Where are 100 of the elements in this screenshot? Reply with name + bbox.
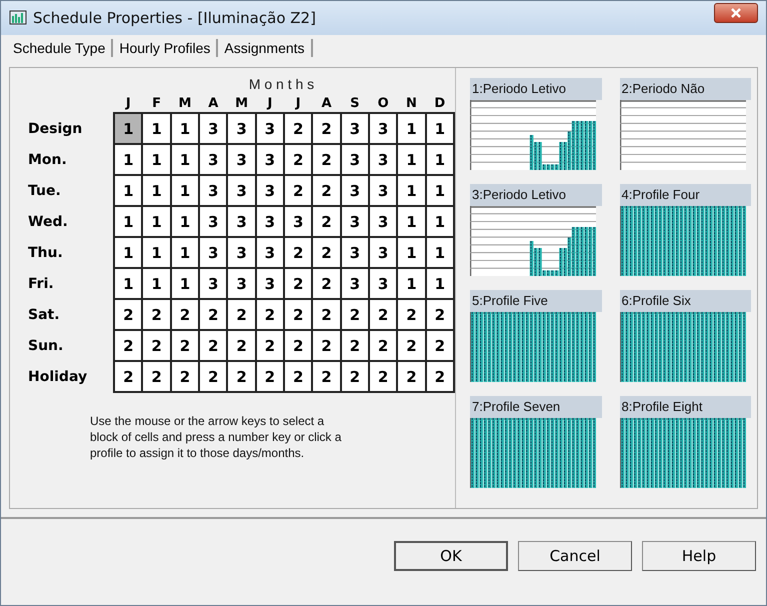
grid-cell[interactable]: 3 [227,206,256,237]
grid-cell[interactable]: 1 [426,144,454,175]
grid-cell[interactable]: 2 [312,206,341,237]
grid-cell[interactable]: 2 [170,361,200,392]
grid-cell[interactable]: 3 [340,113,369,144]
grid-cell[interactable]: 2 [426,299,454,330]
grid-cell[interactable]: 1 [142,113,171,144]
tab[interactable]: Schedule Type [7,39,114,57]
grid-cell[interactable]: 1 [397,237,426,268]
grid-cell[interactable]: 3 [368,175,398,206]
grid-cell[interactable]: 3 [368,237,398,268]
grid-cell[interactable]: 2 [426,361,454,392]
grid-cell[interactable]: 2 [170,330,200,361]
grid-cell[interactable]: 2 [199,330,228,361]
grid-cell[interactable]: 3 [199,113,228,144]
grid-cell[interactable]: 3 [256,113,284,144]
grid-cell[interactable]: 3 [340,144,369,175]
grid-cell[interactable]: 1 [170,175,200,206]
grid-cell[interactable]: 2 [256,299,284,330]
grid-cell[interactable]: 1 [170,268,200,299]
grid-cell[interactable]: 3 [199,144,228,175]
profile-chart-drawing[interactable] [470,206,596,276]
grid-cell[interactable]: 1 [397,144,426,175]
grid-cell[interactable]: 2 [256,361,284,392]
profile-title[interactable]: 5:Profile Five [470,290,602,312]
grid-cell[interactable]: 3 [256,237,284,268]
grid-cell[interactable]: 2 [312,299,341,330]
grid-cell[interactable]: 2 [312,361,341,392]
grid-cell[interactable]: 2 [199,361,228,392]
profile-title[interactable]: 7:Profile Seven [470,396,602,418]
profile-title[interactable]: 1:Periodo Letivo [470,78,602,100]
grid-cell[interactable]: 1 [142,268,171,299]
grid-cell[interactable]: 1 [170,113,200,144]
grid-cell[interactable]: 1 [170,206,200,237]
grid-cell[interactable]: 2 [340,299,369,330]
profile-title[interactable]: 3:Periodo Letivo [470,184,602,206]
grid-cell[interactable]: 2 [227,330,256,361]
grid-cell[interactable]: 3 [284,206,312,237]
grid-cell[interactable]: 2 [284,144,312,175]
grid-cell[interactable]: 3 [256,144,284,175]
grid-cell[interactable]: 1 [426,175,454,206]
grid-cell[interactable]: 2 [284,299,312,330]
grid-cell[interactable]: 1 [142,206,171,237]
grid-cell[interactable]: 1 [142,237,171,268]
profile-chart-drawing[interactable] [620,312,746,382]
profile-title[interactable]: 2:Periodo Não [620,78,751,100]
grid-cell[interactable]: 3 [227,237,256,268]
profile-chart-drawing[interactable] [470,418,596,488]
grid-cell[interactable]: 3 [227,144,256,175]
profile-title[interactable]: 6:Profile Six [620,290,751,312]
grid-cell[interactable]: 3 [340,268,369,299]
profile-chart-drawing[interactable] [470,100,596,170]
grid-cell[interactable]: 3 [368,206,398,237]
grid-cell[interactable]: 2 [284,361,312,392]
dialog-button[interactable]: Cancel [518,541,632,571]
grid-cell[interactable]: 1 [170,237,200,268]
grid-cell[interactable]: 2 [227,361,256,392]
grid-cell[interactable]: 3 [199,237,228,268]
grid-cell[interactable]: 2 [340,330,369,361]
grid-cell[interactable]: 1 [142,175,171,206]
grid-cell[interactable]: 2 [312,144,341,175]
grid-cell[interactable]: 3 [256,175,284,206]
grid-cell[interactable]: 3 [368,144,398,175]
grid-cell[interactable]: 3 [340,175,369,206]
profile-chart-drawing[interactable] [620,206,746,276]
grid-cell[interactable]: 2 [199,299,228,330]
grid-cell[interactable]: 2 [114,361,142,392]
grid-cell[interactable]: 2 [142,330,171,361]
grid-cell[interactable]: 2 [284,268,312,299]
grid-cell[interactable]: 2 [227,299,256,330]
grid-cell[interactable]: 3 [227,113,256,144]
grid-cell[interactable]: 3 [256,268,284,299]
grid-cell[interactable]: 2 [312,237,341,268]
profile-title[interactable]: 4:Profile Four [620,184,751,206]
profile-title[interactable]: 8:Profile Eight [620,396,751,418]
grid-cell[interactable]: 2 [284,113,312,144]
grid-cell[interactable]: 2 [114,299,142,330]
grid-cell[interactable]: 3 [368,268,398,299]
grid-cell[interactable]: 1 [170,144,200,175]
grid-cell[interactable]: 2 [368,361,398,392]
grid-cell[interactable]: 2 [340,361,369,392]
grid-cell[interactable]: 3 [199,268,228,299]
grid-cell[interactable]: 2 [284,237,312,268]
grid-cell[interactable]: 2 [114,330,142,361]
dialog-button[interactable]: OK [394,541,508,571]
profile-chart-drawing[interactable] [470,312,596,382]
grid-cell[interactable]: 2 [142,361,171,392]
grid-cell[interactable]: 3 [368,113,398,144]
grid-cell[interactable]: 1 [426,268,454,299]
grid-cell[interactable]: 3 [199,175,228,206]
grid-cell[interactable]: 2 [397,299,426,330]
grid-cell[interactable]: 2 [284,175,312,206]
tab[interactable]: Assignments [218,39,313,57]
grid-cell[interactable]: 3 [340,206,369,237]
grid-cell[interactable]: 1 [114,237,142,268]
grid-cell[interactable]: 3 [199,206,228,237]
grid-cell[interactable]: 2 [368,299,398,330]
grid-cell[interactable]: 2 [142,299,171,330]
grid-cell[interactable]: 3 [227,268,256,299]
grid-cell[interactable]: 1 [426,113,454,144]
